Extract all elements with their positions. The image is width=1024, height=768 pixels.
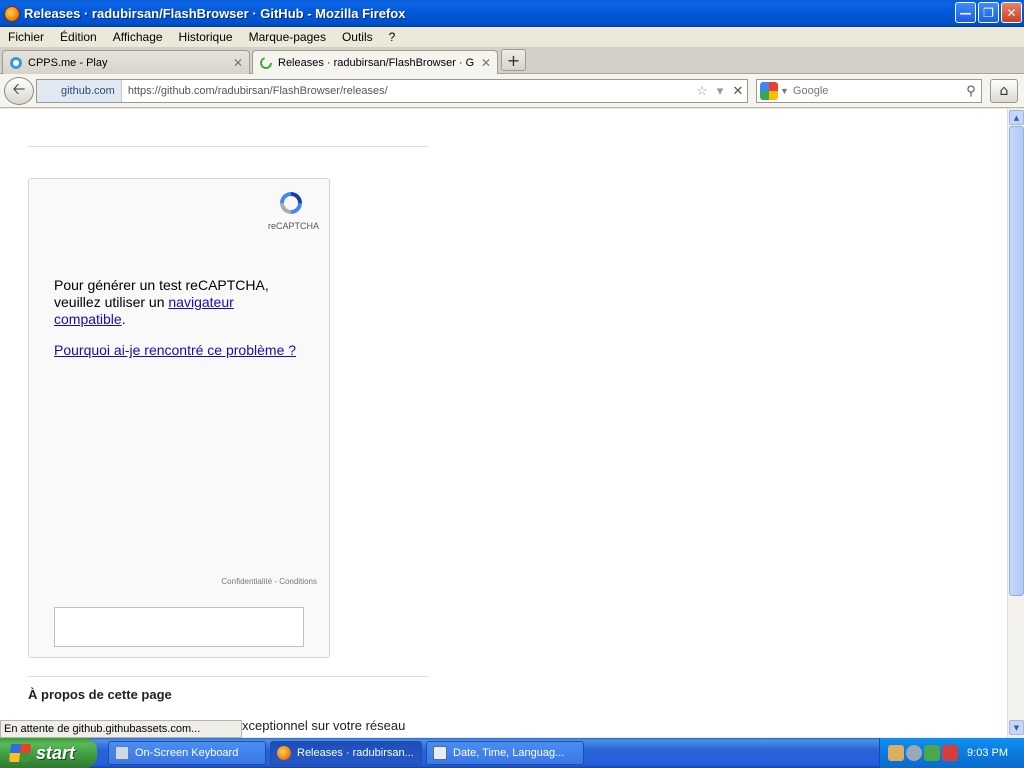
minimize-button[interactable]: —: [955, 2, 976, 23]
start-label: start: [36, 742, 76, 763]
taskbar-item-label: Date, Time, Languag...: [453, 747, 565, 759]
maximize-button[interactable]: ❐: [978, 2, 999, 23]
google-engine-icon[interactable]: [760, 82, 778, 100]
window-titlebar: Releases · radubirsan/FlashBrowser · Git…: [0, 0, 1024, 27]
keyboard-icon: [115, 746, 129, 760]
new-tab-button[interactable]: +: [501, 49, 526, 71]
url-text[interactable]: https://github.com/radubirsan/FlashBrows…: [122, 85, 693, 97]
menu-affichage[interactable]: Affichage: [105, 30, 171, 44]
recaptcha-response-field[interactable]: [54, 607, 304, 647]
tab-close-icon[interactable]: ✕: [481, 56, 491, 70]
taskbar-item-firefox[interactable]: Releases · radubirsan...: [270, 741, 422, 765]
firefox-icon: [277, 746, 291, 760]
tray-volume-icon[interactable]: [906, 745, 922, 761]
home-button[interactable]: ⌂: [990, 79, 1018, 103]
clock[interactable]: 9:03 PM: [967, 747, 1008, 759]
taskbar: start On-Screen Keyboard Releases · radu…: [0, 738, 1024, 768]
privacy-terms-links[interactable]: Confidentialité - Conditions: [209, 577, 317, 586]
recaptcha-message-end: .: [121, 311, 126, 327]
history-dropdown-icon[interactable]: ▾: [711, 83, 729, 99]
recaptcha-message: Pour générer un test reCAPTCHA, veuillez…: [54, 277, 294, 328]
window-controls: — ❐ ✕: [955, 2, 1022, 23]
about-text: xceptionnel sur votre réseau: [242, 718, 406, 733]
status-text: En attente de github.githubassets.com...: [0, 720, 242, 738]
scroll-up-icon[interactable]: ▲: [1009, 110, 1024, 125]
stop-icon[interactable]: ✕: [729, 83, 747, 99]
recaptcha-widget: reCAPTCHA Pour générer un test reCAPTCHA…: [28, 178, 330, 658]
tab-releases[interactable]: Releases · radubirsan/FlashBrowser · Git…: [252, 50, 498, 75]
menu-help[interactable]: ?: [381, 30, 404, 44]
scroll-down-icon[interactable]: ▼: [1009, 720, 1024, 735]
menu-edition[interactable]: Édition: [52, 30, 105, 44]
start-button[interactable]: start: [0, 738, 97, 768]
cpps-favicon-icon: [10, 56, 22, 69]
back-button[interactable]: 🡠: [4, 77, 34, 105]
menu-marque-pages[interactable]: Marque-pages: [241, 30, 334, 44]
bookmark-star-icon[interactable]: ☆: [693, 83, 711, 99]
firefox-icon: [4, 5, 20, 22]
close-button[interactable]: ✕: [1001, 2, 1022, 23]
tray-update-icon[interactable]: [924, 745, 940, 761]
taskbar-item-keyboard[interactable]: On-Screen Keyboard: [108, 741, 266, 765]
loading-spinner-icon: [260, 57, 272, 69]
menu-historique[interactable]: Historique: [171, 30, 241, 44]
tab-cpps[interactable]: CPPS.me - Play ✕: [2, 50, 250, 74]
recaptcha-logo-icon: [280, 192, 302, 214]
menu-fichier[interactable]: Fichier: [0, 30, 52, 44]
tab-label: Releases · radubirsan/FlashBrowser · Git…: [278, 57, 475, 69]
tray-security-icon[interactable]: [942, 745, 958, 761]
windows-logo-icon: [9, 744, 31, 762]
site-identity[interactable]: github.com: [37, 80, 122, 102]
menu-bar: Fichier Édition Affichage Historique Mar…: [0, 27, 1024, 47]
url-bar[interactable]: github.com https://github.com/radubirsan…: [36, 79, 748, 103]
divider: [28, 676, 428, 677]
search-icon[interactable]: ⚲: [961, 83, 981, 99]
engine-dropdown-icon[interactable]: ▼: [780, 86, 789, 96]
tray-network-icon[interactable]: [888, 745, 904, 761]
back-arrow-icon: 🡠: [12, 78, 26, 98]
search-input[interactable]: [792, 85, 961, 97]
divider: [28, 146, 428, 147]
taskbar-item-datetime[interactable]: Date, Time, Languag...: [426, 741, 584, 765]
system-tray: 9:03 PM: [879, 738, 1024, 768]
tab-close-icon[interactable]: ✕: [233, 56, 243, 70]
menu-outils[interactable]: Outils: [334, 30, 381, 44]
page-content: reCAPTCHA Pour générer un test reCAPTCHA…: [0, 109, 1007, 737]
why-problem-link[interactable]: Pourquoi ai-je rencontré ce problème ?: [54, 342, 296, 358]
recaptcha-message-text: Pour générer un test reCAPTCHA, veuillez…: [54, 277, 269, 310]
control-panel-icon: [433, 746, 447, 760]
home-icon: ⌂: [999, 83, 1009, 99]
window-title: Releases · radubirsan/FlashBrowser · Git…: [24, 6, 406, 21]
tab-label: CPPS.me - Play: [28, 56, 108, 69]
about-heading: À propos de cette page: [28, 687, 172, 702]
scroll-thumb[interactable]: [1009, 126, 1024, 596]
taskbar-item-label: On-Screen Keyboard: [135, 747, 239, 759]
taskbar-item-label: Releases · radubirsan...: [297, 747, 414, 759]
recaptcha-caption: reCAPTCHA: [267, 221, 319, 231]
search-bar[interactable]: ▼ ⚲: [756, 79, 982, 103]
vertical-scrollbar[interactable]: ▲ ▼: [1007, 109, 1024, 737]
